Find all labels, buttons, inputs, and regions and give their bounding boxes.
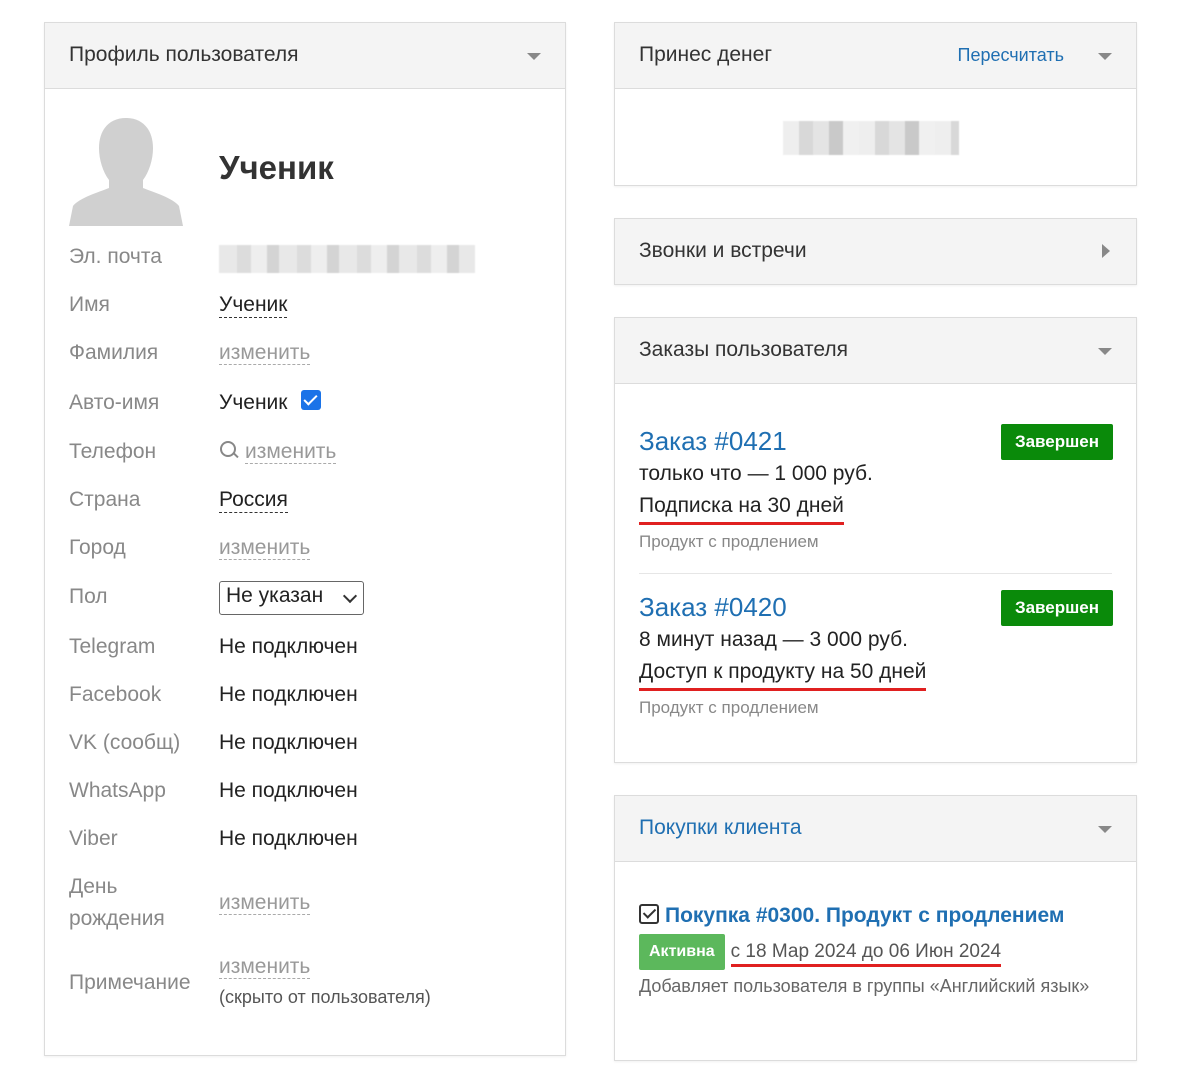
gender-select[interactable]: Не указан bbox=[219, 581, 364, 615]
calls-panel: Звонки и встречи bbox=[614, 218, 1137, 285]
city-label: Город bbox=[69, 536, 126, 559]
gender-select-value: Не указан bbox=[226, 584, 324, 607]
note-hint: (скрыто от пользователя) bbox=[219, 987, 431, 1007]
vk-value: Не подключен bbox=[219, 731, 358, 754]
order-product: Доступ к продукту на 50 дней bbox=[639, 656, 927, 691]
status-badge: Завершен bbox=[1000, 424, 1113, 460]
country-label: Страна bbox=[69, 488, 141, 511]
collapse-caret-icon[interactable] bbox=[1098, 348, 1112, 355]
facebook-value: Не подключен bbox=[219, 683, 358, 706]
recalculate-link[interactable]: Пересчитать bbox=[958, 45, 1064, 66]
viber-label: Viber bbox=[69, 827, 118, 850]
gender-label: Пол bbox=[69, 585, 108, 608]
profile-name: Ученик bbox=[219, 149, 334, 186]
purchase-item: Покупка #0300. Продукт с продлением Акти… bbox=[639, 902, 1119, 1000]
birthday-label-line1: День bbox=[69, 875, 118, 898]
collapse-caret-icon[interactable] bbox=[527, 53, 541, 60]
orders-panel-header[interactable]: Заказы пользователя bbox=[615, 318, 1136, 384]
avatar-placeholder-icon bbox=[69, 116, 183, 226]
whatsapp-value: Не подключен bbox=[219, 779, 358, 802]
autoname-checkbox[interactable] bbox=[301, 390, 322, 410]
money-amount-blurred bbox=[783, 121, 959, 155]
birthday-label-line2: рождения bbox=[69, 907, 165, 930]
firstname-label: Имя bbox=[69, 293, 110, 316]
order-product: Подписка на 30 дней bbox=[639, 490, 844, 525]
whatsapp-label: WhatsApp bbox=[69, 779, 166, 802]
panel-title: Принес денег bbox=[639, 43, 772, 66]
facebook-label: Facebook bbox=[69, 683, 162, 706]
phone-label: Телефон bbox=[69, 440, 157, 463]
phone-edit-link[interactable]: изменить bbox=[245, 440, 337, 464]
order-meta: только что — 1 000 руб. bbox=[639, 462, 873, 485]
purchases-panel: Покупки клиента Покупка #0300. Продукт с… bbox=[614, 795, 1137, 1061]
order-product-type: Продукт с продлением bbox=[639, 532, 819, 551]
checkbox-checked-icon bbox=[639, 904, 659, 924]
vk-label: VK (сообщ) bbox=[69, 731, 181, 754]
calls-panel-header[interactable]: Звонки и встречи bbox=[615, 219, 1136, 284]
order-product-type: Продукт с продлением bbox=[639, 698, 819, 717]
lastname-label: Фамилия bbox=[69, 341, 159, 364]
email-value-blurred bbox=[219, 245, 475, 273]
panel-title[interactable]: Покупки клиента bbox=[639, 816, 802, 840]
purchase-title-link[interactable]: Покупка #0300. Продукт с продлением bbox=[665, 904, 1064, 927]
birthday-edit-link[interactable]: изменить bbox=[219, 891, 311, 915]
expand-caret-icon[interactable] bbox=[1102, 244, 1110, 258]
purchases-panel-header[interactable]: Покупки клиента bbox=[615, 796, 1136, 862]
telegram-label: Telegram bbox=[69, 635, 156, 658]
money-panel-header[interactable]: Принес денег Пересчитать bbox=[615, 23, 1136, 89]
lastname-edit-link[interactable]: изменить bbox=[219, 341, 311, 365]
money-panel: Принес денег Пересчитать bbox=[614, 22, 1137, 186]
chevron-down-icon bbox=[342, 588, 358, 604]
autoname-label: Авто-имя bbox=[69, 391, 160, 414]
profile-panel: Профиль пользователя Ученик Эл. почта Им… bbox=[44, 22, 566, 1056]
viber-value: Не подключен bbox=[219, 827, 358, 850]
panel-title: Профиль пользователя bbox=[69, 43, 299, 66]
country-value[interactable]: Россия bbox=[219, 488, 288, 513]
note-edit-link[interactable]: изменить bbox=[219, 955, 311, 979]
panel-title: Заказы пользователя bbox=[639, 338, 848, 361]
order-item: Заказ #0421 только что — 1 000 руб. Подп… bbox=[639, 424, 1113, 555]
status-badge: Активна bbox=[639, 934, 725, 970]
profile-panel-header[interactable]: Профиль пользователя bbox=[45, 23, 565, 89]
panel-title: Звонки и встречи bbox=[639, 239, 807, 262]
search-icon[interactable] bbox=[219, 440, 239, 460]
autoname-value: Ученик bbox=[219, 391, 288, 414]
status-badge: Завершен bbox=[1000, 590, 1113, 626]
purchase-period: с 18 Мар 2024 до 06 Июн 2024 bbox=[730, 940, 1002, 967]
collapse-caret-icon[interactable] bbox=[1098, 826, 1112, 833]
city-edit-link[interactable]: изменить bbox=[219, 536, 311, 560]
firstname-value[interactable]: Ученик bbox=[219, 293, 288, 318]
note-label: Примечание bbox=[69, 971, 191, 994]
telegram-value: Не подключен bbox=[219, 635, 358, 658]
order-item: Заказ #0420 8 минут назад — 3 000 руб. Д… bbox=[639, 590, 1113, 721]
orders-panel: Заказы пользователя Заказ #0421 только ч… bbox=[614, 317, 1137, 763]
order-meta: 8 минут назад — 3 000 руб. bbox=[639, 628, 908, 651]
collapse-caret-icon[interactable] bbox=[1098, 53, 1112, 60]
order-divider bbox=[639, 573, 1112, 574]
purchase-description: Добавляет пользователя в группы «Английс… bbox=[639, 976, 1090, 996]
email-label: Эл. почта bbox=[69, 245, 162, 268]
